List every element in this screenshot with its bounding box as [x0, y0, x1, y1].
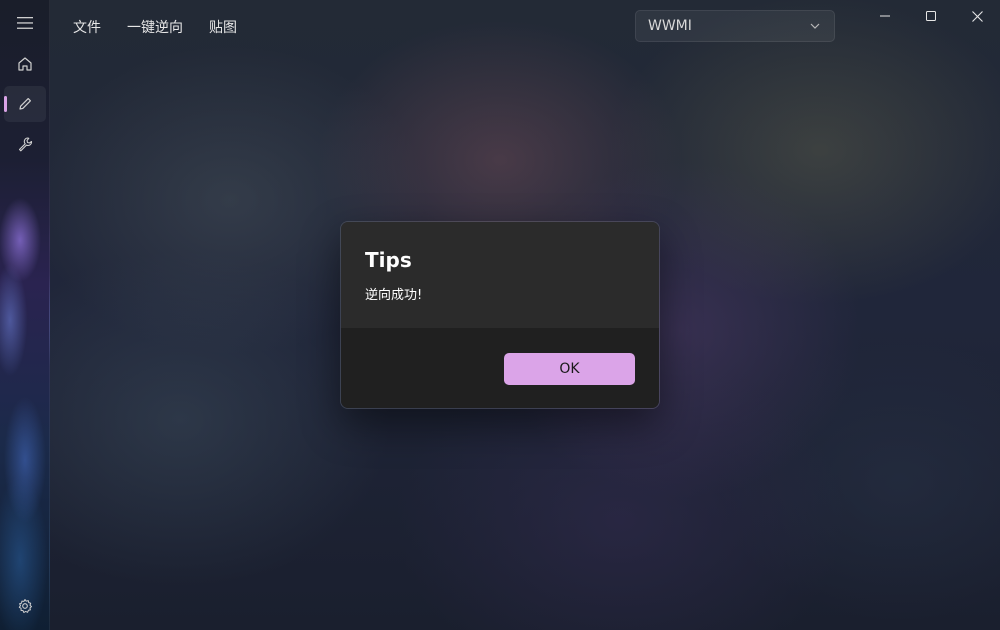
minimize-icon — [880, 15, 890, 17]
chevron-down-icon — [810, 23, 820, 29]
nav-item-settings[interactable] — [4, 588, 46, 624]
tips-dialog: Tips 逆向成功! OK — [340, 221, 660, 409]
menu-item-one-click-reverse[interactable]: 一键逆向 — [114, 11, 196, 43]
ok-button[interactable]: OK — [504, 353, 635, 385]
edit-icon — [19, 98, 31, 110]
dialog-body: Tips 逆向成功! — [341, 222, 659, 328]
active-indicator — [4, 96, 7, 112]
dialog-message: 逆向成功! — [365, 288, 423, 303]
maximize-icon — [926, 11, 936, 21]
hamburger-icon — [17, 17, 33, 29]
minimize-button[interactable] — [862, 0, 908, 32]
dialog-title: Tips — [365, 248, 412, 272]
close-button[interactable] — [954, 0, 1000, 32]
close-icon — [971, 10, 983, 22]
menu-item-file[interactable]: 文件 — [60, 11, 114, 43]
maximize-button[interactable] — [908, 0, 954, 32]
nav-item-home[interactable] — [4, 46, 46, 82]
nav-item-edit[interactable] — [4, 86, 46, 122]
game-select-dropdown[interactable]: WWMI — [635, 10, 835, 42]
settings-icon — [18, 599, 32, 613]
window-controls — [862, 0, 1000, 32]
hamburger-menu-button[interactable] — [4, 5, 46, 41]
nav-item-tools[interactable] — [4, 126, 46, 162]
menu-bar: 文件 一键逆向 贴图 — [60, 10, 250, 44]
menu-item-texture[interactable]: 贴图 — [196, 11, 250, 43]
home-icon — [18, 57, 32, 71]
nav-rail — [0, 0, 50, 630]
game-select-value: WWMI — [648, 18, 692, 34]
wrench-icon — [18, 137, 33, 152]
dialog-footer: OK — [341, 328, 659, 408]
